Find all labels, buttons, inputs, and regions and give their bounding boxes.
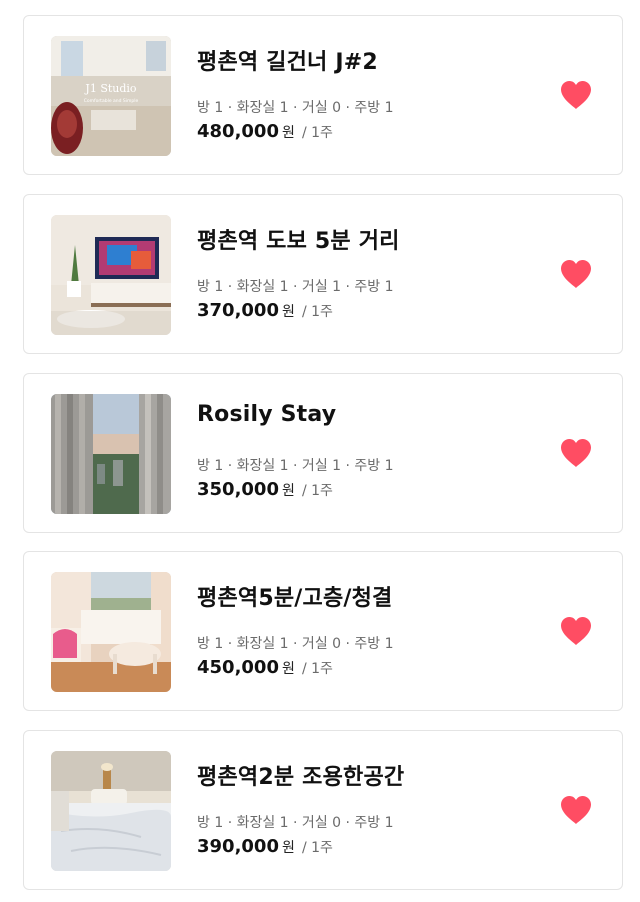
heart-icon bbox=[561, 260, 591, 288]
heart-icon bbox=[561, 439, 591, 467]
listing-card[interactable]: 평촌역5분/고층/청결 방 1 · 화장실 1 · 거실 0 · 주방 1 45… bbox=[23, 551, 623, 711]
thumb-brand-subtext: Comfortable and Simple bbox=[84, 98, 139, 104]
listing-room-info: 방 1 · 화장실 1 · 거실 0 · 주방 1 bbox=[197, 636, 394, 652]
listing-title[interactable]: 평촌역2분 조용한공간 bbox=[197, 759, 404, 791]
room-photo bbox=[51, 572, 171, 692]
price-currency: 원 bbox=[281, 304, 295, 320]
price-currency: 원 bbox=[281, 840, 295, 856]
price-currency: 원 bbox=[281, 661, 295, 677]
listing-price-line: 390,000 원 / 1주 bbox=[197, 836, 333, 857]
listing-thumbnail[interactable]: J1 Studio Comfortable and Simple bbox=[51, 36, 171, 156]
heart-icon bbox=[561, 617, 591, 645]
listing-price-line: 350,000 원 / 1주 bbox=[197, 479, 333, 500]
listing-price: 450,000 bbox=[197, 657, 279, 678]
listing-thumbnail[interactable] bbox=[51, 394, 171, 514]
heart-icon bbox=[561, 796, 591, 824]
listing-card[interactable]: 평촌역2분 조용한공간 방 1 · 화장실 1 · 거실 0 · 주방 1 39… bbox=[23, 730, 623, 890]
listing-card[interactable]: J1 Studio Comfortable and Simple 평촌역 길건너… bbox=[23, 15, 623, 175]
room-photo bbox=[51, 215, 171, 335]
listing-thumbnail[interactable] bbox=[51, 572, 171, 692]
favorite-heart-button[interactable] bbox=[559, 794, 593, 826]
favorite-heart-button[interactable] bbox=[559, 437, 593, 469]
heart-icon bbox=[561, 81, 591, 109]
price-period: / 1주 bbox=[301, 483, 333, 499]
listing-room-info: 방 1 · 화장실 1 · 거실 1 · 주방 1 bbox=[197, 279, 394, 295]
price-currency: 원 bbox=[281, 125, 295, 141]
price-period: / 1주 bbox=[301, 304, 333, 320]
listing-price-line: 480,000 원 / 1주 bbox=[197, 121, 333, 142]
listing-card[interactable]: 평촌역 도보 5분 거리 방 1 · 화장실 1 · 거실 1 · 주방 1 3… bbox=[23, 194, 623, 354]
price-currency: 원 bbox=[281, 483, 295, 499]
listing-price: 370,000 bbox=[197, 300, 279, 321]
price-period: / 1주 bbox=[301, 661, 333, 677]
listing-title[interactable]: 평촌역 도보 5분 거리 bbox=[197, 223, 400, 255]
listing-list: J1 Studio Comfortable and Simple 평촌역 길건너… bbox=[0, 0, 640, 902]
listing-price-line: 450,000 원 / 1주 bbox=[197, 657, 333, 678]
listing-title[interactable]: Rosily Stay bbox=[197, 402, 336, 427]
listing-room-info: 방 1 · 화장실 1 · 거실 0 · 주방 1 bbox=[197, 815, 394, 831]
thumb-brand-text: J1 Studio bbox=[84, 82, 137, 95]
listing-card[interactable]: Rosily Stay 방 1 · 화장실 1 · 거실 1 · 주방 1 35… bbox=[23, 373, 623, 533]
listing-room-info: 방 1 · 화장실 1 · 거실 0 · 주방 1 bbox=[197, 100, 394, 116]
favorite-heart-button[interactable] bbox=[559, 258, 593, 290]
listing-title[interactable]: 평촌역 길건너 J#2 bbox=[197, 44, 378, 76]
listing-thumbnail[interactable] bbox=[51, 215, 171, 335]
listing-title[interactable]: 평촌역5분/고층/청결 bbox=[197, 580, 393, 612]
room-photo bbox=[51, 394, 171, 514]
favorite-heart-button[interactable] bbox=[559, 615, 593, 647]
listing-price: 480,000 bbox=[197, 121, 279, 142]
room-photo bbox=[51, 751, 171, 871]
listing-price: 390,000 bbox=[197, 836, 279, 857]
price-period: / 1주 bbox=[301, 840, 333, 856]
listing-thumbnail[interactable] bbox=[51, 751, 171, 871]
listing-price-line: 370,000 원 / 1주 bbox=[197, 300, 333, 321]
room-photo: J1 Studio Comfortable and Simple bbox=[51, 36, 171, 156]
listing-room-info: 방 1 · 화장실 1 · 거실 1 · 주방 1 bbox=[197, 458, 394, 474]
favorite-heart-button[interactable] bbox=[559, 79, 593, 111]
listing-price: 350,000 bbox=[197, 479, 279, 500]
price-period: / 1주 bbox=[301, 125, 333, 141]
